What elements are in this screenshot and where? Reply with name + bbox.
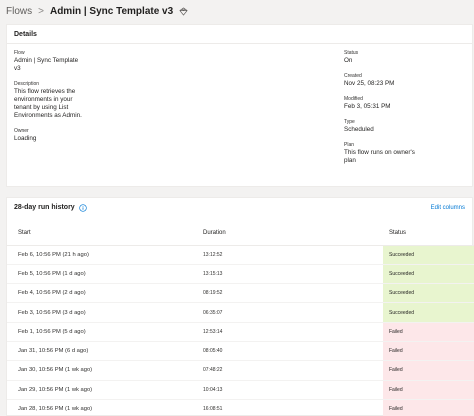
details-right-column: Status On Created Nov 25, 08:23 PM Modif… bbox=[344, 50, 424, 173]
run-status: Succeeded bbox=[383, 245, 474, 265]
page-title: Admin | Sync Template v3 bbox=[49, 5, 174, 17]
run-history-body: Feb 6, 10:56 PM (21 h ago) 13:12:52 Succee… bbox=[7, 245, 474, 416]
details-title: Details bbox=[14, 31, 37, 38]
edit-columns-button[interactable]: Edit columns bbox=[431, 205, 465, 211]
run-status: Failed bbox=[383, 380, 474, 400]
type-label: Type bbox=[344, 119, 355, 125]
run-status: Failed bbox=[383, 341, 474, 362]
owner-label: Owner bbox=[14, 128, 29, 134]
start-column-header[interactable]: Start bbox=[7, 222, 197, 246]
run-duration: 07:48:22 bbox=[197, 360, 383, 381]
plan-label: Plan bbox=[344, 142, 355, 148]
run-history-table: Start Duration Status Feb 6, 10:56 PM (2… bbox=[7, 222, 474, 416]
breadcrumb-flows-link[interactable]: Flows bbox=[6, 6, 32, 17]
run-start-time[interactable]: Feb 3, 10:56 PM (3 d ago) bbox=[7, 302, 197, 323]
description-value: This flow retrieves the environments in … bbox=[14, 88, 82, 119]
run-status: Succeeded bbox=[383, 283, 474, 304]
run-start-time[interactable]: Feb 4, 10:56 PM (2 d ago) bbox=[7, 283, 197, 304]
run-duration: 08:05:40 bbox=[197, 341, 383, 362]
run-duration: 12:53:14 bbox=[197, 322, 383, 342]
type-value: Scheduled bbox=[344, 126, 374, 133]
run-status: Failed bbox=[383, 322, 474, 342]
table-row[interactable]: Jan 28, 10:56 PM (1 wk ago) 16:08:51 Faile… bbox=[7, 399, 474, 416]
owner-value: Loading bbox=[14, 135, 37, 142]
created-label: Created bbox=[344, 73, 362, 79]
run-status: Succeeded bbox=[383, 264, 474, 285]
run-status: Failed bbox=[383, 360, 474, 381]
table-row[interactable]: Jan 29, 10:56 PM (1 wk ago) 10:04:13 Faile… bbox=[7, 380, 474, 400]
run-start-time[interactable]: Feb 6, 10:56 PM (21 h ago) bbox=[7, 245, 197, 265]
table-header-row: Start Duration Status bbox=[7, 222, 474, 246]
run-start-time[interactable]: Jan 31, 10:56 PM (6 d ago) bbox=[7, 341, 197, 362]
details-card: Details Flow Admin | Sync Template v3 De… bbox=[6, 24, 473, 187]
breadcrumb: Flows > Admin | Sync Template v3 bbox=[6, 2, 188, 20]
modified-label: Modified bbox=[344, 96, 363, 102]
run-duration: 13:15:13 bbox=[197, 264, 383, 285]
run-duration: 16:08:51 bbox=[197, 399, 383, 416]
run-duration: 08:19:52 bbox=[197, 283, 383, 304]
table-row[interactable]: Feb 3, 10:56 PM (3 d ago) 06:35:07 Succeed… bbox=[7, 302, 474, 323]
diamond-icon[interactable] bbox=[179, 6, 188, 16]
run-start-time[interactable]: Feb 5, 10:56 PM (1 d ago) bbox=[7, 264, 197, 285]
status-label: Status bbox=[344, 50, 359, 56]
run-status: Succeeded bbox=[383, 302, 474, 323]
run-start-time[interactable]: Jan 29, 10:56 PM (1 wk ago) bbox=[7, 380, 197, 400]
info-icon[interactable] bbox=[79, 203, 87, 212]
flow-label: Flow bbox=[14, 50, 25, 56]
table-row[interactable]: Jan 31, 10:56 PM (6 d ago) 08:05:40 Failed bbox=[7, 341, 474, 362]
run-history-header: 28-day run history Edit columns bbox=[7, 200, 472, 215]
modified-value: Feb 3, 05:31 PM bbox=[344, 103, 391, 110]
flow-value: Admin | Sync Template v3 bbox=[14, 57, 79, 72]
run-duration: 13:12:52 bbox=[197, 245, 383, 265]
status-column-header[interactable]: Status bbox=[383, 222, 474, 246]
run-start-time[interactable]: Feb 1, 10:56 PM (5 d ago) bbox=[7, 322, 197, 342]
table-row[interactable]: Feb 5, 10:56 PM (1 d ago) 13:15:13 Succeed… bbox=[7, 264, 474, 285]
run-start-time[interactable]: Jan 28, 10:56 PM (1 wk ago) bbox=[7, 399, 197, 416]
description-label: Description bbox=[14, 81, 40, 87]
divider bbox=[7, 43, 472, 44]
plan-value: This flow runs on owner's plan bbox=[344, 149, 415, 164]
table-row[interactable]: Feb 6, 10:56 PM (21 h ago) 13:12:52 Succee… bbox=[7, 245, 474, 265]
run-status: Failed bbox=[383, 399, 474, 416]
chevron-right-icon: > bbox=[38, 5, 44, 17]
duration-column-header[interactable]: Duration bbox=[197, 222, 383, 246]
run-duration: 10:04:13 bbox=[197, 380, 383, 400]
table-row[interactable]: Jan 30, 10:56 PM (1 wk ago) 07:48:22 Faile… bbox=[7, 360, 474, 381]
table-row[interactable]: Feb 1, 10:56 PM (5 d ago) 12:53:14 Failed bbox=[7, 322, 474, 342]
details-left-column: Flow Admin | Sync Template v3 Descriptio… bbox=[14, 50, 84, 151]
run-duration: 06:35:07 bbox=[197, 302, 383, 323]
run-history-title: 28-day run history bbox=[14, 204, 75, 211]
created-value: Nov 25, 08:23 PM bbox=[344, 80, 395, 87]
run-start-time[interactable]: Jan 30, 10:56 PM (1 wk ago) bbox=[7, 360, 197, 381]
table-row[interactable]: Feb 4, 10:56 PM (2 d ago) 08:19:52 Succeed… bbox=[7, 283, 474, 304]
run-history-card: 28-day run history Edit columns Start Du… bbox=[6, 197, 474, 416]
status-value: On bbox=[344, 57, 353, 64]
